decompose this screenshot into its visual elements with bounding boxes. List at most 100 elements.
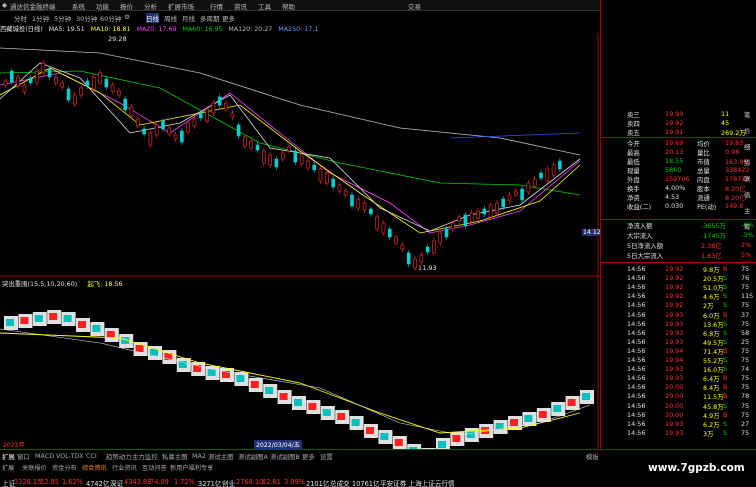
tick-price: 19.93: [665, 310, 684, 319]
tick-row: 14:56 19.93 3万 S 75: [601, 429, 756, 438]
tick-volume: 49.5万: [703, 338, 724, 347]
bottom-tab[interactable]: 测试副图B: [270, 452, 300, 461]
flow-label: 5日净流入额: [627, 242, 664, 250]
flow-label: 5日大宗流入: [627, 252, 664, 260]
bottom-tab[interactable]: 私募主图: [162, 452, 188, 461]
ask-row: 卖三 19.99 11: [601, 110, 756, 119]
side-tab[interactable]: 势: [744, 158, 750, 167]
stat-value: 4.00%: [665, 184, 686, 192]
menu-analysis[interactable]: 分析: [144, 1, 157, 11]
bottom-tab[interactable]: CCI: [86, 452, 97, 460]
candle-body: [432, 240, 436, 254]
sub-tab[interactable]: 行业资讯: [112, 463, 137, 472]
stat-label: 收益(二): [627, 203, 652, 211]
bottom-tab[interactable]: MACD: [35, 452, 54, 460]
bottom-tab[interactable]: 设置: [320, 452, 333, 461]
bottom-tab[interactable]: MA2: [192, 452, 206, 460]
side-tab[interactable]: 值: [744, 190, 750, 199]
side-tab[interactable]: 主: [744, 206, 750, 215]
menu-function[interactable]: 功能: [96, 1, 109, 11]
stat-row: 最高 20.13 量比 0.98: [601, 148, 756, 157]
bottom-tab[interactable]: 测试副图A: [238, 452, 268, 461]
bottom-tab[interactable]: 扩展: [2, 452, 15, 461]
tab-5min[interactable]: 5分钟: [54, 13, 71, 23]
menu-system[interactable]: 系统: [72, 1, 85, 11]
tab-monthly[interactable]: 月线: [182, 13, 195, 23]
bottom-tab[interactable]: 测试主图: [208, 452, 234, 461]
tab-more[interactable]: 更多: [222, 13, 235, 23]
cloud-bar: [337, 413, 346, 420]
tick-count: 25: [741, 337, 750, 346]
bottom-tab[interactable]: 主力监控: [132, 452, 158, 461]
tick-time: 14:56: [627, 292, 646, 301]
watermark: www.7gpzb.com: [648, 462, 745, 474]
side-tab[interactable]: 价: [744, 126, 750, 135]
tick-side: S: [723, 328, 728, 337]
candle-body: [22, 84, 27, 93]
ask-row: 卖四 19.92 45: [601, 119, 756, 128]
candle-body: [129, 106, 134, 117]
tab-intraday[interactable]: 分时: [14, 13, 27, 23]
tick-row: 14:56 19.92 51.0万 S 75: [601, 283, 756, 292]
menu-help[interactable]: 帮助: [282, 1, 295, 11]
candle-body: [558, 160, 562, 170]
bottom-tab[interactable]: 窗口: [17, 452, 30, 461]
tab-weekly[interactable]: 周线: [164, 13, 177, 23]
kline-chart[interactable]: 23.0022.0021.0020.0019.0018.0017.0016.00…: [0, 33, 600, 449]
candle-body: [16, 76, 20, 87]
cloud-bar: [567, 399, 576, 406]
flow-value: -1745万: [701, 232, 726, 240]
tick-count: 58: [741, 328, 750, 337]
menu-extmarket[interactable]: 扩展市场: [168, 1, 194, 11]
candle-body: [312, 164, 317, 171]
menu-news[interactable]: 资讯: [234, 1, 247, 11]
settings-icon[interactable]: ⚙: [124, 13, 130, 21]
menu-tools[interactable]: 工具: [258, 1, 271, 11]
template-button[interactable]: 模板: [586, 452, 599, 461]
candle-body: [117, 90, 121, 96]
stat-label: 最低: [627, 158, 640, 166]
candle-body: [350, 194, 354, 207]
status-sz-chg: 74.09: [150, 478, 169, 486]
tick-time: 14:56: [627, 392, 646, 401]
menu-market[interactable]: 行情: [210, 1, 223, 11]
sub-tab[interactable]: 新用户福利专享: [170, 463, 213, 472]
side-tab[interactable]: 联: [744, 174, 750, 183]
tick-time: 14:56: [627, 346, 646, 355]
tick-row: 14:56 20.00 8.4万 B 75: [601, 383, 756, 392]
side-tab[interactable]: 细: [744, 142, 750, 151]
candle-body: [513, 190, 518, 196]
side-tab[interactable]: 筹: [744, 222, 750, 231]
ask-row: 卖五 19.91 269.2万: [601, 128, 756, 137]
low-price-label: 11.93: [418, 264, 437, 272]
bottom-tab[interactable]: 趋势动力: [106, 452, 132, 461]
tab-daily[interactable]: 日线: [146, 13, 159, 23]
candle-body: [186, 122, 190, 133]
status-sz-label: 深证: [110, 480, 124, 487]
sub-tab[interactable]: 关联报价: [22, 463, 47, 472]
tab-multi[interactable]: 多周期: [200, 13, 220, 23]
menu-trade[interactable]: 交易: [408, 1, 421, 11]
candle-body: [444, 228, 449, 238]
tab-1min[interactable]: 1分钟: [32, 13, 49, 23]
tab-60min[interactable]: 60分钟: [100, 13, 121, 23]
status-cy-amt: 2101亿: [306, 480, 330, 487]
cloud-bar: [438, 441, 446, 448]
cloud-bar: [265, 387, 274, 394]
bottom-tab[interactable]: VOL-TDX: [56, 452, 84, 460]
candle-body: [394, 236, 398, 244]
cloud-bar: [394, 439, 403, 446]
sub-tab[interactable]: 资金分布: [52, 463, 77, 472]
bottom-tab[interactable]: 更多: [302, 452, 315, 461]
sub-tab[interactable]: 综合资讯: [82, 463, 107, 472]
ma60-label: MA60: 16.95: [182, 26, 223, 33]
tick-count: 75: [741, 301, 750, 310]
tick-count: 75: [741, 319, 750, 328]
tab-30min[interactable]: 30分钟: [76, 13, 97, 23]
side-tab[interactable]: 笔: [744, 110, 750, 119]
sub-tab[interactable]: 扩展: [2, 463, 14, 472]
menu-quote[interactable]: 报价: [120, 1, 133, 11]
tick-count: 37: [741, 310, 750, 319]
sub-tab[interactable]: 互动问答: [142, 463, 167, 472]
indicator-title[interactable]: 突出重围(15,5,10,20,60): [2, 280, 77, 288]
